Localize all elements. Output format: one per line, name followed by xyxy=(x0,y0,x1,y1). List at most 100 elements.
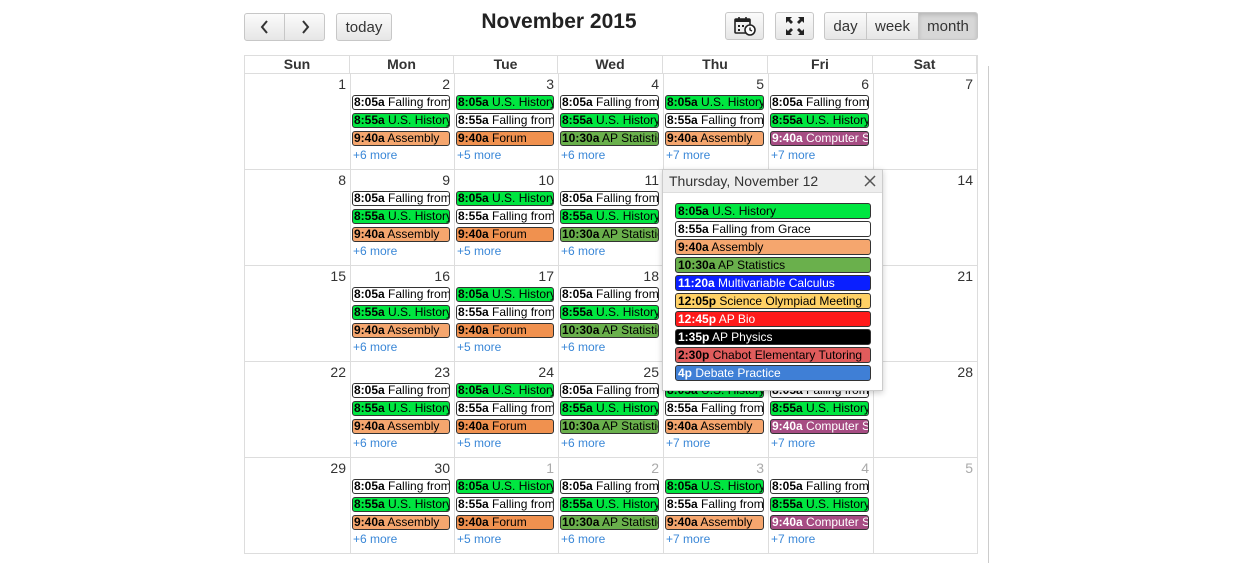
day-number[interactable]: 23 xyxy=(420,364,450,380)
more-events-link[interactable]: +5 more xyxy=(457,340,501,354)
day-number[interactable]: 17 xyxy=(524,268,554,284)
popover-event[interactable]: 8:55a Falling from Grace xyxy=(675,221,871,237)
day-number[interactable]: 4 xyxy=(839,460,869,476)
close-icon[interactable] xyxy=(864,175,876,187)
calendar-event[interactable]: 9:40a Computer Science xyxy=(770,515,869,530)
view-month-button[interactable]: month xyxy=(918,12,978,40)
calendar-event[interactable]: 8:55a U.S. History xyxy=(352,401,450,416)
calendar-event[interactable]: 10:30a AP Statistics xyxy=(560,515,659,530)
calendar-event[interactable]: 8:05a Falling from Grace xyxy=(770,95,869,110)
popover-event[interactable]: 2:30p Chabot Elementary Tutoring xyxy=(675,347,871,363)
day-number[interactable]: 22 xyxy=(316,364,346,380)
calendar-event[interactable]: 8:05a Falling from Grace xyxy=(560,95,659,110)
day-number[interactable]: 25 xyxy=(629,364,659,380)
more-events-link[interactable]: +6 more xyxy=(353,340,397,354)
view-week-button[interactable]: week xyxy=(866,12,919,40)
day-number[interactable]: 5 xyxy=(943,460,973,476)
calendar-event[interactable]: 8:55a U.S. History xyxy=(560,209,659,224)
calendar-event[interactable]: 9:40a Forum xyxy=(456,515,554,530)
more-events-link[interactable]: +7 more xyxy=(666,532,710,546)
calendar-event[interactable]: 8:55a U.S. History xyxy=(352,305,450,320)
more-events-link[interactable]: +5 more xyxy=(457,532,501,546)
calendar-event[interactable]: 10:30a AP Statistics xyxy=(560,419,659,434)
day-number[interactable]: 11 xyxy=(629,172,659,188)
calendar-event[interactable]: 8:55a U.S. History xyxy=(560,305,659,320)
calendar-event[interactable]: 8:55a Falling from Grace xyxy=(665,497,764,512)
calendar-event[interactable]: 8:05a Falling from Grace xyxy=(560,383,659,398)
calendar-event[interactable]: 8:55a Falling from Grace xyxy=(456,401,554,416)
calendar-event[interactable]: 9:40a Forum xyxy=(456,323,554,338)
calendar-event[interactable]: 8:05a Falling from Grace xyxy=(352,479,450,494)
calendar-event[interactable]: 9:40a Assembly xyxy=(352,227,450,242)
calendar-event[interactable]: 8:55a U.S. History xyxy=(560,497,659,512)
day-number[interactable]: 8 xyxy=(316,172,346,188)
calendar-event[interactable]: 8:55a Falling from Grace xyxy=(456,209,554,224)
more-events-link[interactable]: +6 more xyxy=(353,148,397,162)
day-number[interactable]: 1 xyxy=(316,76,346,92)
popover-event[interactable]: 4p Debate Practice xyxy=(675,365,871,381)
day-number[interactable]: 1 xyxy=(524,460,554,476)
calendar-event[interactable]: 9:40a Assembly xyxy=(352,131,450,146)
calendar-picker-button[interactable] xyxy=(725,12,764,40)
calendar-event[interactable]: 8:05a U.S. History xyxy=(456,479,554,494)
more-events-link[interactable]: +6 more xyxy=(561,244,605,258)
more-events-link[interactable]: +6 more xyxy=(353,436,397,450)
calendar-event[interactable]: 8:55a U.S. History xyxy=(352,113,450,128)
more-events-link[interactable]: +6 more xyxy=(561,532,605,546)
calendar-event[interactable]: 8:05a Falling from Grace xyxy=(352,383,450,398)
calendar-event[interactable]: 8:55a Falling from Grace xyxy=(665,401,764,416)
day-number[interactable]: 3 xyxy=(734,460,764,476)
calendar-event[interactable]: 8:05a Falling from Grace xyxy=(352,287,450,302)
popover-event[interactable]: 12:45p AP Bio xyxy=(675,311,871,327)
next-button[interactable] xyxy=(284,13,325,41)
calendar-event[interactable]: 8:55a U.S. History xyxy=(352,497,450,512)
calendar-event[interactable]: 8:05a U.S. History xyxy=(665,95,764,110)
calendar-event[interactable]: 9:40a Assembly xyxy=(665,515,764,530)
calendar-event[interactable]: 8:55a Falling from Grace xyxy=(456,305,554,320)
prev-button[interactable] xyxy=(244,13,285,41)
more-events-link[interactable]: +6 more xyxy=(353,532,397,546)
calendar-event[interactable]: 8:55a U.S. History xyxy=(770,497,869,512)
calendar-event[interactable]: 10:30a AP Statistics xyxy=(560,131,659,146)
day-number[interactable]: 5 xyxy=(734,76,764,92)
calendar-event[interactable]: 8:05a Falling from Grace xyxy=(560,287,659,302)
day-number[interactable]: 30 xyxy=(420,460,450,476)
today-button[interactable]: today xyxy=(336,13,392,41)
day-number[interactable]: 21 xyxy=(943,268,973,284)
calendar-event[interactable]: 8:05a U.S. History xyxy=(456,287,554,302)
day-number[interactable]: 18 xyxy=(629,268,659,284)
day-number[interactable]: 2 xyxy=(629,460,659,476)
more-events-link[interactable]: +7 more xyxy=(771,532,815,546)
calendar-event[interactable]: 8:55a U.S. History xyxy=(770,401,869,416)
day-number[interactable]: 4 xyxy=(629,76,659,92)
popover-event[interactable]: 10:30a AP Statistics xyxy=(675,257,871,273)
day-number[interactable]: 9 xyxy=(420,172,450,188)
calendar-event[interactable]: 8:05a Falling from Grace xyxy=(352,95,450,110)
calendar-event[interactable]: 8:05a Falling from Grace xyxy=(352,191,450,206)
more-events-link[interactable]: +6 more xyxy=(561,148,605,162)
calendar-event[interactable]: 8:55a Falling from Grace xyxy=(456,497,554,512)
calendar-event[interactable]: 9:40a Assembly xyxy=(352,515,450,530)
day-number[interactable]: 3 xyxy=(524,76,554,92)
more-events-link[interactable]: +6 more xyxy=(561,340,605,354)
more-events-link[interactable]: +7 more xyxy=(771,436,815,450)
calendar-event[interactable]: 9:40a Assembly xyxy=(352,323,450,338)
more-events-link[interactable]: +7 more xyxy=(771,148,815,162)
popover-event[interactable]: 1:35p AP Physics xyxy=(675,329,871,345)
day-number[interactable]: 7 xyxy=(943,76,973,92)
popover-event[interactable]: 8:05a U.S. History xyxy=(675,203,871,219)
calendar-event[interactable]: 8:05a U.S. History xyxy=(456,95,554,110)
calendar-event[interactable]: 9:40a Forum xyxy=(456,227,554,242)
calendar-event[interactable]: 8:55a Falling from Grace xyxy=(456,113,554,128)
more-events-link[interactable]: +7 more xyxy=(666,436,710,450)
calendar-event[interactable]: 8:05a U.S. History xyxy=(456,383,554,398)
day-number[interactable]: 10 xyxy=(524,172,554,188)
popover-event[interactable]: 9:40a Assembly xyxy=(675,239,871,255)
calendar-event[interactable]: 9:40a Computer Science xyxy=(770,131,869,146)
calendar-event[interactable]: 8:05a Falling from Grace xyxy=(770,479,869,494)
day-number[interactable]: 24 xyxy=(524,364,554,380)
calendar-event[interactable]: 10:30a AP Statistics xyxy=(560,323,659,338)
calendar-event[interactable]: 8:55a U.S. History xyxy=(352,209,450,224)
day-number[interactable]: 14 xyxy=(943,172,973,188)
calendar-event[interactable]: 8:55a U.S. History xyxy=(560,113,659,128)
